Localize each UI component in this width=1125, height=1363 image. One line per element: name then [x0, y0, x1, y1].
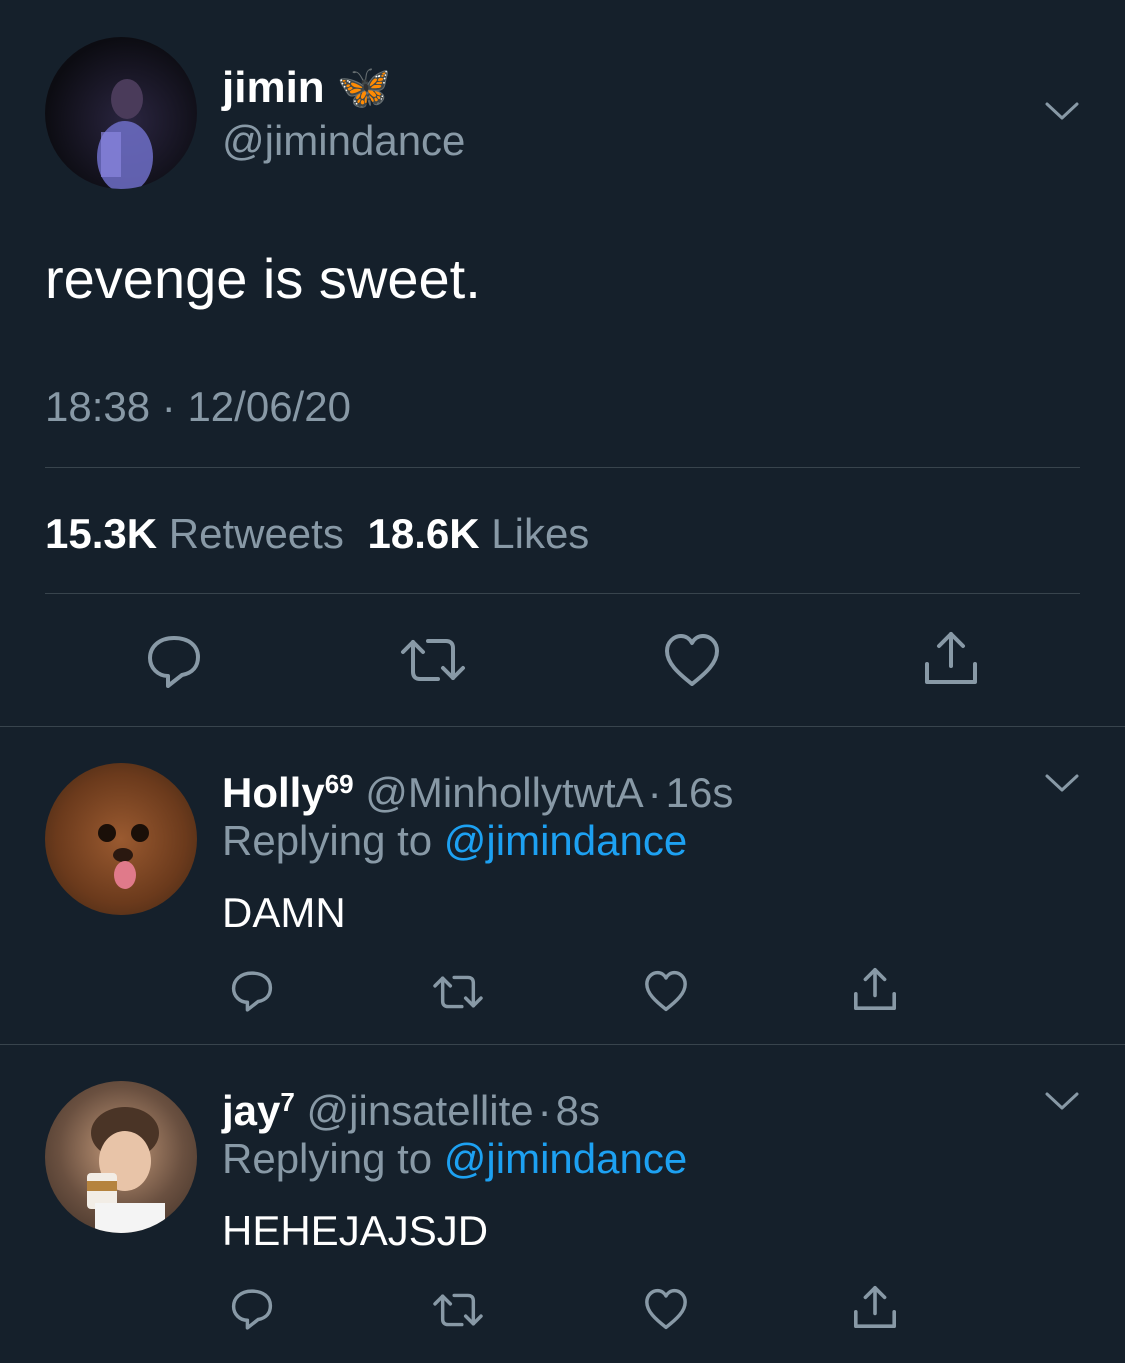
- likes-label: Likes: [491, 510, 590, 557]
- retweet-icon: [401, 639, 465, 681]
- retweets-count: 15.3K: [45, 510, 158, 557]
- reply-button[interactable]: [229, 1285, 275, 1331]
- reply-author-handle[interactable]: @MinhollytwtA: [365, 769, 643, 816]
- tweet-time: 18:38: [45, 383, 151, 430]
- avatar-image: [87, 1107, 165, 1233]
- share-button[interactable]: [921, 628, 981, 688]
- chevron-down-icon[interactable]: [1044, 1090, 1080, 1112]
- share-icon: [854, 1286, 896, 1328]
- divider: [0, 726, 1125, 727]
- retweet-icon: [433, 975, 483, 1009]
- heart-icon: [645, 970, 687, 1012]
- heart-icon: [645, 1288, 687, 1330]
- reply-header: jay7 @jinsatellite·8s: [222, 1076, 600, 1137]
- reply-button[interactable]: [229, 967, 275, 1013]
- share-button[interactable]: [851, 1283, 899, 1331]
- divider: [0, 1044, 1125, 1045]
- reply-text: DAMN: [222, 889, 346, 936]
- likes-stat[interactable]: 18.6K Likes: [368, 510, 590, 557]
- likes-count: 18.6K: [367, 510, 480, 557]
- reply-icon: [231, 971, 273, 1012]
- reply-text: HEHEJAJSJD: [222, 1207, 489, 1254]
- tweet-text: revenge is sweet.: [45, 247, 481, 310]
- chevron-down-icon[interactable]: [1044, 772, 1080, 794]
- reply-time[interactable]: 16s: [666, 769, 734, 816]
- like-button[interactable]: [662, 630, 722, 690]
- like-button[interactable]: [642, 1286, 690, 1332]
- author-handle[interactable]: @jimindance: [222, 116, 465, 166]
- divider: [45, 467, 1080, 468]
- reply-time[interactable]: 8s: [556, 1087, 600, 1134]
- chevron-down-icon[interactable]: [1044, 100, 1080, 122]
- reply-author-name-text: Holly: [222, 769, 325, 816]
- engagement-stats: 15.3K Retweets 18.6K Likes: [45, 509, 589, 559]
- reply-author-name[interactable]: Holly69: [222, 769, 354, 816]
- replying-to: Replying to @jimindance: [222, 1133, 687, 1185]
- timestamp-separator: ·: [161, 383, 176, 430]
- avatar-image: [97, 79, 153, 189]
- retweet-button[interactable]: [400, 630, 466, 690]
- author-name-row: jimin 🦋: [222, 62, 392, 114]
- retweet-button[interactable]: [432, 1287, 484, 1333]
- share-icon: [854, 968, 896, 1010]
- like-button[interactable]: [642, 968, 690, 1014]
- retweets-label: Retweets: [168, 510, 344, 557]
- reply-dot: ·: [647, 769, 662, 816]
- divider: [45, 593, 1080, 594]
- retweets-stat[interactable]: 15.3K Retweets: [45, 510, 356, 557]
- retweet-icon: [433, 1293, 483, 1327]
- tweet-date: 12/06/20: [187, 383, 351, 430]
- reply-author-name[interactable]: jay7: [222, 1087, 295, 1134]
- replying-to-handle[interactable]: @jimindance: [444, 1135, 687, 1182]
- share-icon: [925, 632, 977, 684]
- tweet-timestamp[interactable]: 18:38 · 12/06/20: [45, 382, 351, 432]
- reply-author-handle[interactable]: @jinsatellite: [307, 1087, 534, 1134]
- reply-author-name-sup: 69: [324, 769, 354, 799]
- reply-icon: [148, 636, 200, 688]
- reply-author-name-sup: 7: [280, 1087, 295, 1117]
- reply-icon: [231, 1289, 273, 1330]
- replying-to: Replying to @jimindance: [222, 815, 687, 867]
- reply-dot: ·: [537, 1087, 552, 1134]
- reply-header: Holly69 @MinhollytwtA·16s: [222, 758, 733, 819]
- replying-to-handle[interactable]: @jimindance: [444, 817, 687, 864]
- avatar-image: [98, 824, 149, 889]
- replying-to-label: Replying to: [222, 1135, 433, 1182]
- reply-button[interactable]: [144, 630, 204, 690]
- heart-icon: [665, 634, 719, 686]
- avatar-holly[interactable]: [45, 763, 197, 915]
- reply-author-name-text: jay: [222, 1087, 281, 1134]
- replying-to-label: Replying to: [222, 817, 433, 864]
- avatar-jay[interactable]: [45, 1081, 197, 1233]
- retweet-button[interactable]: [432, 969, 484, 1015]
- share-button[interactable]: [851, 965, 899, 1013]
- author-name[interactable]: jimin: [222, 63, 325, 112]
- butterfly-emoji: 🦋: [336, 63, 392, 112]
- avatar-jimin[interactable]: [45, 37, 197, 189]
